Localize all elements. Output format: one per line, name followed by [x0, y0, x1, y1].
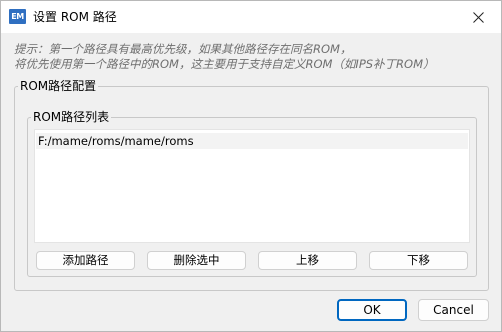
rom-path-listbox[interactable]: F:/mame/roms/mame/roms [34, 129, 470, 243]
list-item[interactable]: F:/mame/roms/mame/roms [36, 133, 468, 149]
cancel-button[interactable]: Cancel [418, 299, 489, 321]
close-button[interactable] [455, 1, 501, 33]
close-icon [472, 11, 484, 23]
ok-button[interactable]: OK [337, 299, 407, 321]
window-title: 设置 ROM 路径 [33, 10, 117, 24]
title-bar[interactable]: EM 设置 ROM 路径 [1, 1, 501, 33]
move-down-button[interactable]: 下移 [369, 251, 468, 270]
hint-line-1: 提示：第一个路径具有最高优先级，如果其他路径存在同名ROM， [14, 42, 352, 56]
remove-selected-button[interactable]: 删除选中 [147, 251, 246, 270]
rom-path-config-label: ROM路径配置 [18, 79, 99, 93]
add-path-button[interactable]: 添加路径 [36, 251, 135, 270]
dialog-window: EM 设置 ROM 路径 提示：第一个路径具有最高优先级，如果其他路径存在同名R… [0, 0, 502, 332]
move-up-button[interactable]: 上移 [258, 251, 357, 270]
rom-path-list-label: ROM路径列表 [31, 110, 112, 124]
app-logo-icon: EM [9, 9, 26, 24]
hint-line-2: 将优先使用第一个路径中的ROM，这主要用于支持自定义ROM（如IPS补丁ROM） [14, 57, 435, 71]
hint-text: 提示：第一个路径具有最高优先级，如果其他路径存在同名ROM， 将优先使用第一个路… [14, 42, 494, 72]
